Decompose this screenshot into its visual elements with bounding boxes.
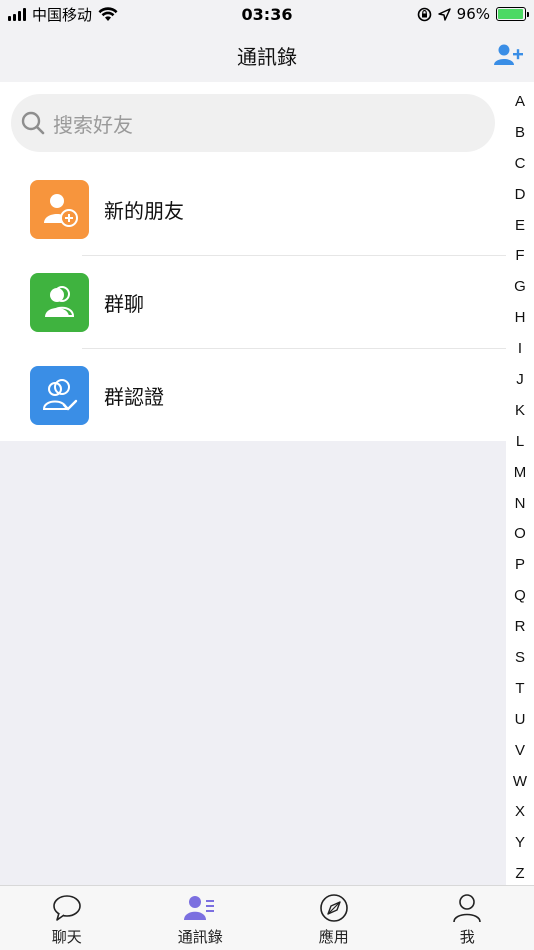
index-letter-c[interactable]: C: [506, 149, 534, 180]
page-title: 通訊錄: [237, 44, 297, 69]
new-friend-icon: [30, 179, 89, 239]
index-letter-g[interactable]: G: [506, 272, 534, 303]
index-letter-d[interactable]: D: [506, 180, 534, 211]
index-letter-p[interactable]: P: [506, 550, 534, 581]
index-letter-y[interactable]: Y: [506, 828, 534, 859]
list-item-group-verify[interactable]: 群認證: [0, 349, 506, 441]
tab-label: 聊天: [51, 928, 82, 946]
nav-bar: 通訊錄: [0, 28, 534, 82]
index-letter-w[interactable]: W: [506, 767, 534, 798]
compass-icon: [318, 892, 350, 924]
tab-contacts[interactable]: 通訊錄: [134, 886, 268, 950]
search-placeholder: 搜索好友: [53, 112, 133, 137]
battery-level: [498, 9, 523, 19]
contacts-panel: 搜索好友 新的朋友 群聊 群認證: [0, 82, 534, 441]
tab-label: 應用: [318, 928, 349, 946]
tab-bar: 聊天 通訊錄 應用 我: [0, 885, 534, 950]
location-arrow-icon: [437, 7, 451, 21]
group-verify-icon: [30, 365, 89, 425]
index-letter-u[interactable]: U: [506, 705, 534, 736]
orientation-lock-icon: [417, 7, 431, 21]
index-letter-j[interactable]: J: [506, 365, 534, 396]
index-letter-b[interactable]: B: [506, 118, 534, 149]
search-input[interactable]: 搜索好友: [11, 94, 495, 152]
index-letter-v[interactable]: V: [506, 736, 534, 767]
add-contact-button[interactable]: [494, 40, 524, 70]
index-letter-i[interactable]: I: [506, 334, 534, 365]
search-icon: [21, 111, 45, 135]
status-right: 96%: [417, 5, 529, 23]
contacts-icon: [184, 892, 216, 924]
index-letter-k[interactable]: K: [506, 396, 534, 427]
battery-percent: 96%: [456, 5, 490, 23]
index-letter-x[interactable]: X: [506, 797, 534, 828]
index-letter-r[interactable]: R: [506, 612, 534, 643]
index-letter-n[interactable]: N: [506, 489, 534, 520]
tab-label: 我: [459, 928, 475, 946]
index-letter-q[interactable]: Q: [506, 581, 534, 612]
chat-bubble-icon: [51, 892, 83, 924]
list-item-label: 新的朋友: [104, 198, 184, 223]
tab-chat[interactable]: 聊天: [0, 886, 134, 950]
index-letter-a[interactable]: A: [506, 87, 534, 118]
list-item-group-chat[interactable]: 群聊: [0, 256, 506, 348]
list-item-label: 群認證: [104, 384, 164, 409]
tab-me[interactable]: 我: [401, 886, 534, 950]
wifi-icon: [98, 6, 118, 21]
status-bar: 中国移动 03:36 96%: [0, 0, 534, 28]
alphabet-index-bar[interactable]: ABCDEFGHIJKLMNOPQRSTUVWXYZ: [506, 82, 534, 885]
index-letter-l[interactable]: L: [506, 427, 534, 458]
tab-label: 通訊錄: [177, 928, 223, 946]
battery-icon: [496, 7, 529, 21]
index-letter-e[interactable]: E: [506, 211, 534, 242]
status-left: 中国移动: [8, 4, 118, 25]
carrier-name: 中国移动: [32, 5, 93, 24]
index-letter-s[interactable]: S: [506, 643, 534, 674]
group-chat-icon: [30, 272, 89, 332]
list-item-label: 群聊: [104, 291, 144, 316]
add-contact-icon: [494, 44, 523, 65]
profile-icon: [451, 892, 483, 924]
index-letter-h[interactable]: H: [506, 303, 534, 334]
signal-icon: [8, 7, 26, 21]
tab-apps[interactable]: 應用: [267, 886, 401, 950]
index-letter-t[interactable]: T: [506, 674, 534, 705]
index-letter-f[interactable]: F: [506, 241, 534, 272]
index-letter-m[interactable]: M: [506, 458, 534, 489]
index-letter-o[interactable]: O: [506, 519, 534, 550]
list-item-new-friends[interactable]: 新的朋友: [0, 163, 506, 255]
clock: 03:36: [241, 4, 293, 24]
